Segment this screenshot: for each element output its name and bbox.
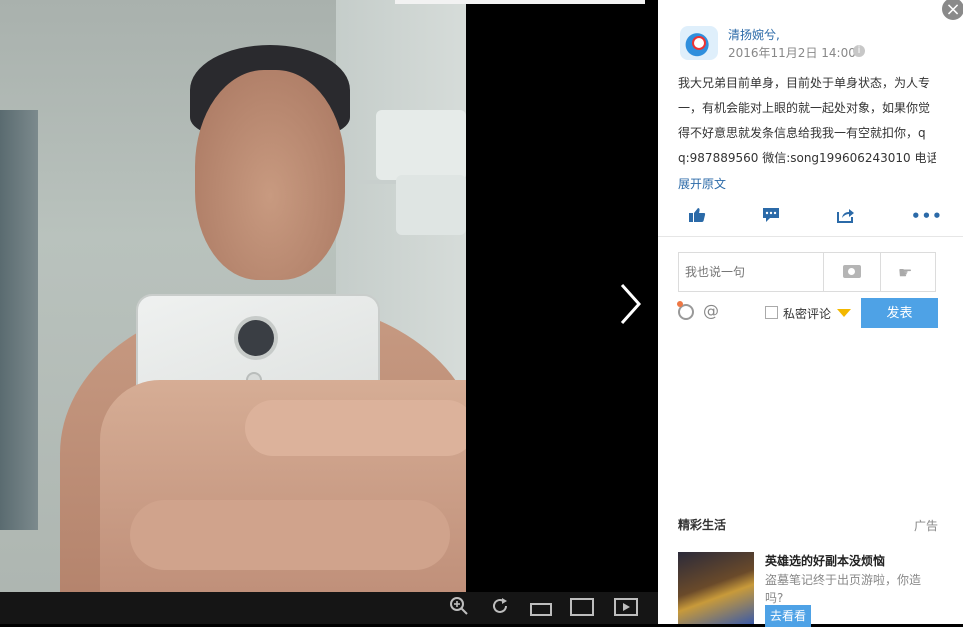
divider bbox=[658, 236, 963, 237]
like-icon[interactable] bbox=[687, 207, 707, 225]
chevron-right-icon[interactable] bbox=[618, 282, 642, 326]
separator bbox=[823, 253, 824, 291]
submit-button[interactable]: 发表 bbox=[861, 298, 938, 328]
close-icon[interactable]: × bbox=[940, 0, 963, 22]
diamond-icon bbox=[837, 309, 851, 317]
photo-face bbox=[195, 70, 345, 280]
private-comment-label[interactable]: 私密评论 bbox=[783, 305, 831, 322]
ad-description: 盗墓笔记终于出页游啦，你造吗? bbox=[765, 573, 922, 605]
post-text-line: 得不好意思就发条信息给我我一有空就扣你，q bbox=[678, 126, 926, 140]
comment-icon[interactable] bbox=[761, 207, 781, 225]
section-title: 精彩生活 bbox=[678, 518, 727, 532]
ad-title[interactable]: 英雄选的好副本没烦恼 bbox=[765, 552, 885, 569]
slideshow-icon[interactable] bbox=[614, 598, 638, 616]
photo-towel bbox=[396, 175, 466, 235]
post-text: 我大兄弟目前单身，目前处于单身状态，为人专 一，有机会能对上眼的就一起处对象，如… bbox=[678, 71, 936, 171]
separator bbox=[880, 253, 881, 291]
camera-icon[interactable] bbox=[843, 265, 861, 278]
ad-thumbnail[interactable] bbox=[678, 552, 754, 624]
post-text-line: 一，有机会能对上眼的就一起处对象，如果你觉 bbox=[678, 101, 931, 115]
ad-label: 广告 bbox=[914, 519, 939, 533]
private-checkbox[interactable] bbox=[765, 306, 778, 319]
rotate-icon[interactable] bbox=[490, 596, 510, 620]
info-icon[interactable]: i bbox=[853, 45, 865, 57]
post-text-line: 我大兄弟目前单身，目前处于单身状态，为人专 bbox=[678, 76, 931, 90]
avatar[interactable] bbox=[680, 26, 718, 60]
at-icon[interactable]: @ bbox=[703, 301, 719, 320]
comment-input[interactable] bbox=[679, 253, 833, 291]
photo[interactable] bbox=[0, 0, 466, 592]
top-strip bbox=[395, 0, 645, 4]
emoji-icon[interactable] bbox=[677, 301, 694, 320]
more-icon[interactable]: ••• bbox=[911, 207, 942, 225]
username-link[interactable]: 清扬婉兮, bbox=[728, 26, 780, 43]
post-text-line: q:987889560 微信:song199606243010 电话:1 bbox=[678, 151, 936, 165]
photo-door bbox=[0, 110, 38, 530]
photo-finger bbox=[130, 500, 450, 570]
full-size-icon[interactable] bbox=[570, 598, 594, 616]
photo-towel bbox=[376, 110, 466, 180]
post-datetime: 2016年11月2日 14:00 bbox=[728, 46, 856, 60]
share-icon[interactable] bbox=[836, 207, 856, 225]
viewer-toolbar bbox=[0, 592, 658, 624]
photo-viewer bbox=[0, 0, 658, 624]
photo-finger bbox=[245, 400, 466, 456]
pointing-hand-icon[interactable]: ☛ bbox=[898, 263, 912, 282]
zoom-in-icon[interactable] bbox=[449, 596, 469, 620]
expand-link[interactable]: 展开原文 bbox=[678, 175, 726, 192]
photo-phone-camera bbox=[238, 320, 274, 356]
fit-window-icon[interactable] bbox=[530, 603, 552, 616]
